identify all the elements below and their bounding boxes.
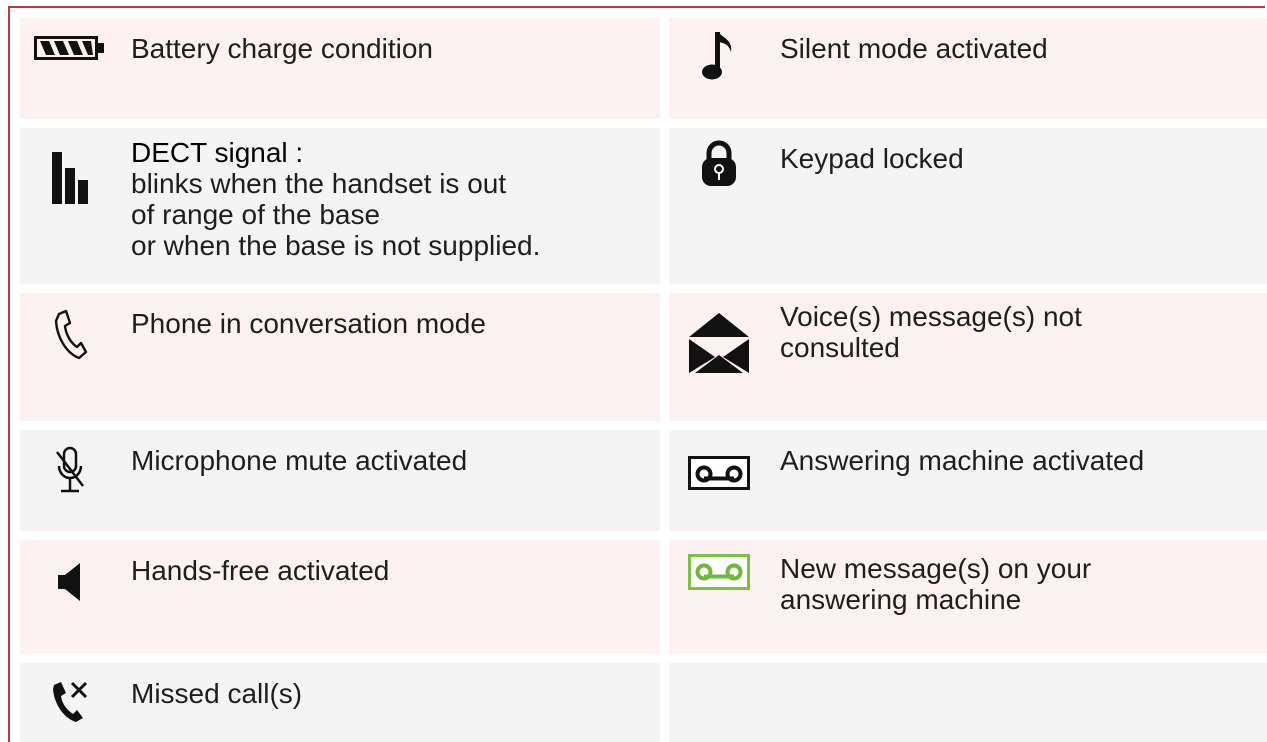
row-4-left-icon-cell	[20, 430, 120, 531]
row-1-right-text-cell: Silent mode activated	[769, 18, 1267, 119]
dect-signal-title: DECT signal :	[131, 137, 304, 168]
row-3-right-text-cell: Voice(s) message(s) not consulted	[769, 293, 1267, 421]
row-4-right-icon-cell	[669, 430, 769, 531]
row-1-left-icon-cell	[20, 18, 120, 119]
row-6-left-text-cell: Missed call(s)	[120, 663, 660, 742]
row-5-right-icon-cell	[669, 540, 769, 654]
dect-signal-line-2: of range of the base	[131, 199, 381, 230]
dect-signal-line-1: blinks when the handset is out	[131, 168, 507, 199]
battery-description: Battery charge condition	[131, 33, 433, 64]
keypad-locked-description: Keypad locked	[780, 143, 964, 174]
row-4-right-text-cell: Answering machine activated	[769, 430, 1267, 531]
silent-mode-description: Silent mode activated	[780, 33, 1048, 64]
row-2-right-icon-cell	[669, 128, 769, 284]
row-6-right-icon-cell	[669, 663, 769, 742]
row-2-right-text-cell: Keypad locked	[769, 128, 1267, 284]
row-3-right-icon-cell	[669, 293, 769, 421]
phone-handset-icon	[52, 309, 88, 361]
row-5-right-text-cell: New message(s) on your answering machine	[769, 540, 1267, 654]
battery-icon	[34, 36, 106, 60]
voice-message-line-2: consulted	[780, 332, 900, 363]
dect-signal-bars-icon	[48, 148, 92, 204]
speaker-icon	[55, 560, 85, 604]
missed-calls-description: Missed call(s)	[131, 678, 303, 709]
answering-machine-icon	[688, 456, 750, 490]
answering-machine-description: Answering machine activated	[780, 445, 1145, 476]
conversation-mode-description: Phone in conversation mode	[131, 308, 486, 339]
hands-free-description: Hands-free activated	[131, 555, 390, 586]
row-6-left-icon-cell	[20, 663, 120, 742]
row-2-left-text-cell: DECT signal : blinks when the handset is…	[120, 128, 660, 284]
row-3-left-text-cell: Phone in conversation mode	[120, 293, 660, 421]
microphone-muted-icon	[54, 446, 86, 496]
voice-message-line-1: Voice(s) message(s) not	[780, 301, 1082, 332]
new-message-line-2: answering machine	[780, 584, 1022, 615]
new-message-line-1: New message(s) on your	[780, 553, 1092, 584]
envelope-icon	[687, 311, 751, 375]
silent-mode-note-icon	[701, 30, 737, 82]
padlock-icon	[699, 138, 739, 188]
answering-machine-new-message-icon	[688, 554, 750, 590]
missed-call-icon	[50, 679, 90, 723]
row-5-left-text-cell: Hands-free activated	[120, 540, 660, 654]
row-3-left-icon-cell	[20, 293, 120, 421]
microphone-mute-description: Microphone mute activated	[131, 445, 468, 476]
row-4-left-text-cell: Microphone mute activated	[120, 430, 660, 531]
row-6-right-text-cell	[769, 663, 1267, 742]
row-2-left-icon-cell	[20, 128, 120, 284]
dect-signal-line-3: or when the base is not supplied.	[131, 230, 541, 261]
row-1-left-text-cell: Battery charge condition	[120, 18, 660, 119]
row-1-right-icon-cell	[669, 18, 769, 119]
row-5-left-icon-cell	[20, 540, 120, 654]
